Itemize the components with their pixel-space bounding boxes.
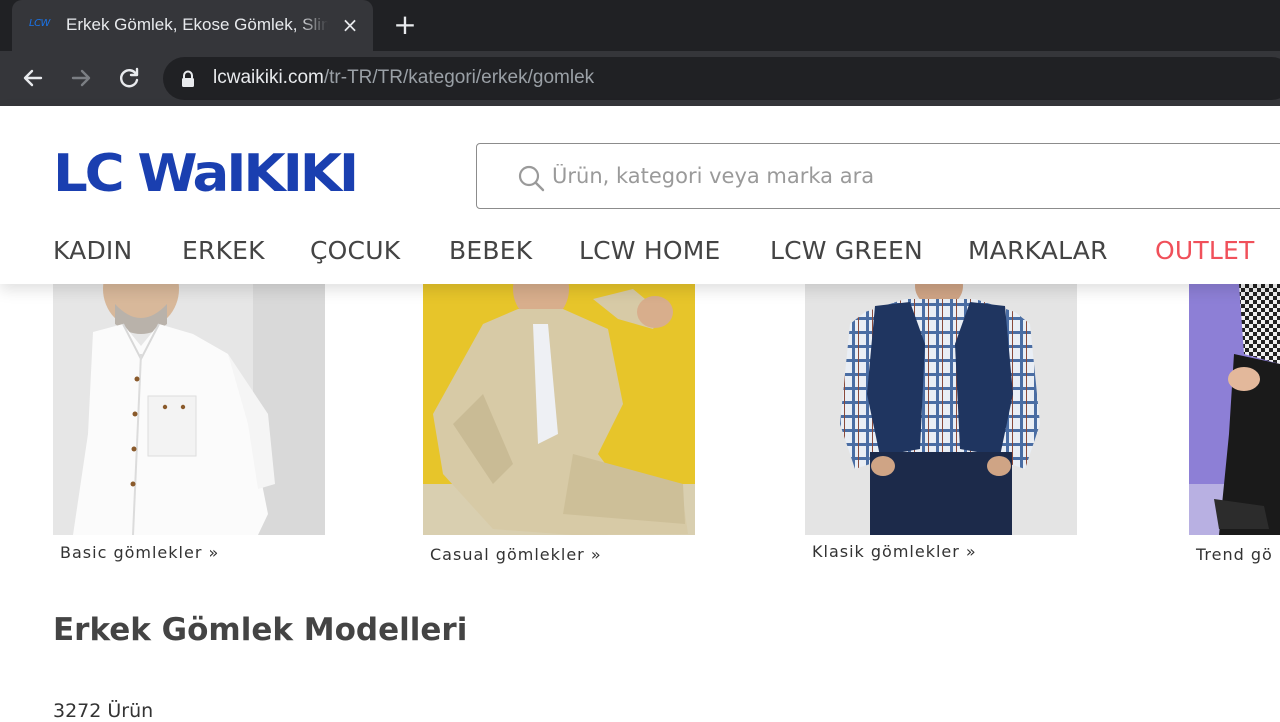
nav-item-lcw-green[interactable]: LCW GREEN — [770, 236, 923, 265]
category-card-klasik[interactable]: Klasik gömlekler » — [805, 284, 1077, 574]
reload-icon[interactable] — [114, 63, 144, 93]
close-tab-icon[interactable]: × — [338, 11, 362, 39]
nav-item-markalar[interactable]: MARKALAR — [968, 236, 1108, 265]
page-title: Erkek Gömlek Modelleri — [53, 612, 468, 648]
category-card-basic[interactable]: Basic gömlekler » — [53, 284, 325, 574]
category-label-trend[interactable]: Trend gö — [1196, 545, 1273, 564]
category-image-casual — [423, 284, 695, 535]
url-path: /tr-TR/TR/kategori/erkek/gomlek — [323, 67, 595, 88]
lcw-favicon-icon: LCW — [29, 18, 50, 29]
nav-item-kadin[interactable]: KADIN — [53, 236, 132, 265]
search-input[interactable] — [552, 156, 1252, 196]
lock-icon[interactable] — [180, 70, 196, 88]
category-image-basic — [53, 284, 325, 535]
new-tab-icon[interactable]: + — [392, 11, 418, 39]
category-label-klasik[interactable]: Klasik gömlekler » — [812, 542, 977, 561]
nav-item-outlet[interactable]: OUTLET — [1155, 236, 1254, 265]
site-header: LC WaIKIKI KADIN ERKEK ÇOCUK BEBEK LCW H… — [0, 106, 1280, 284]
category-card-casual[interactable]: Casual gömlekler » — [423, 284, 695, 574]
category-cards: Basic gömlekler » Casual gömlekler » Kla… — [0, 284, 1280, 584]
category-label-basic[interactable]: Basic gömlekler » — [60, 543, 219, 562]
category-card-trend[interactable]: Trend gö — [1189, 284, 1280, 574]
product-count: 3272 Ürün — [53, 700, 154, 722]
address-bar[interactable]: lcwaikiki.com/tr-TR/TR/kategori/erkek/go… — [163, 57, 1280, 100]
nav-item-bebek[interactable]: BEBEK — [449, 236, 532, 265]
category-label-casual[interactable]: Casual gömlekler » — [430, 545, 602, 564]
url-host: lcwaikiki.com — [213, 67, 324, 88]
category-image-trend — [1189, 284, 1280, 535]
lc-waikiki-logo[interactable]: LC WaIKIKI — [53, 144, 359, 204]
url-text: lcwaikiki.com/tr-TR/TR/kategori/erkek/go… — [213, 67, 594, 89]
category-image-klasik — [805, 284, 1077, 535]
search-box[interactable] — [476, 143, 1280, 209]
browser-tab[interactable]: LCW Erkek Gömlek, Ekose Gömlek, Slim Fit… — [12, 0, 373, 51]
search-icon[interactable] — [517, 164, 545, 192]
back-arrow-icon[interactable] — [18, 63, 48, 93]
nav-item-cocuk[interactable]: ÇOCUK — [310, 236, 400, 265]
forward-arrow-icon[interactable] — [66, 63, 96, 93]
main-navigation: KADIN ERKEK ÇOCUK BEBEK LCW HOME LCW GRE… — [0, 236, 1280, 276]
tab-title: Erkek Gömlek, Ekose Gömlek, Slim Fit — [66, 15, 328, 35]
browser-tab-bar: LCW Erkek Gömlek, Ekose Gömlek, Slim Fit… — [0, 0, 1280, 51]
nav-item-lcw-home[interactable]: LCW HOME — [579, 236, 721, 265]
browser-toolbar: lcwaikiki.com/tr-TR/TR/kategori/erkek/go… — [0, 51, 1280, 106]
nav-item-erkek[interactable]: ERKEK — [182, 236, 265, 265]
